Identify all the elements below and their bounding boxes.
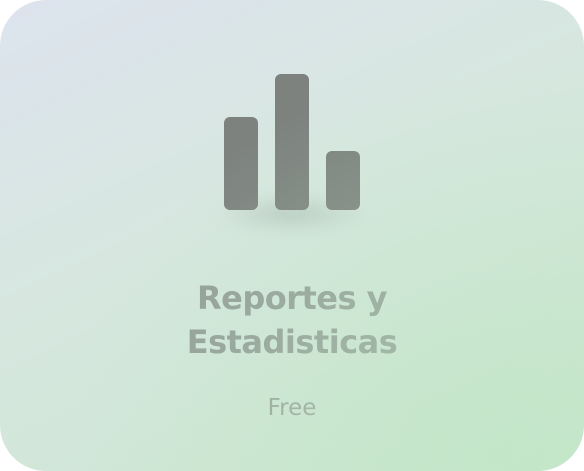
card-title: Reportes y Estadisticas [92,276,492,364]
price-label: Free [267,395,317,421]
card-title-line: Estadisticas [186,323,398,361]
bar-chart-icon-bar [326,151,360,210]
app-card[interactable]: Reportes y Estadisticas Free [0,0,584,471]
bar-chart-icon-bar [275,74,309,210]
bar-chart-icon-bar [224,117,258,210]
card-title-line: Reportes y [196,279,388,317]
bar-chart-icon [214,64,370,234]
